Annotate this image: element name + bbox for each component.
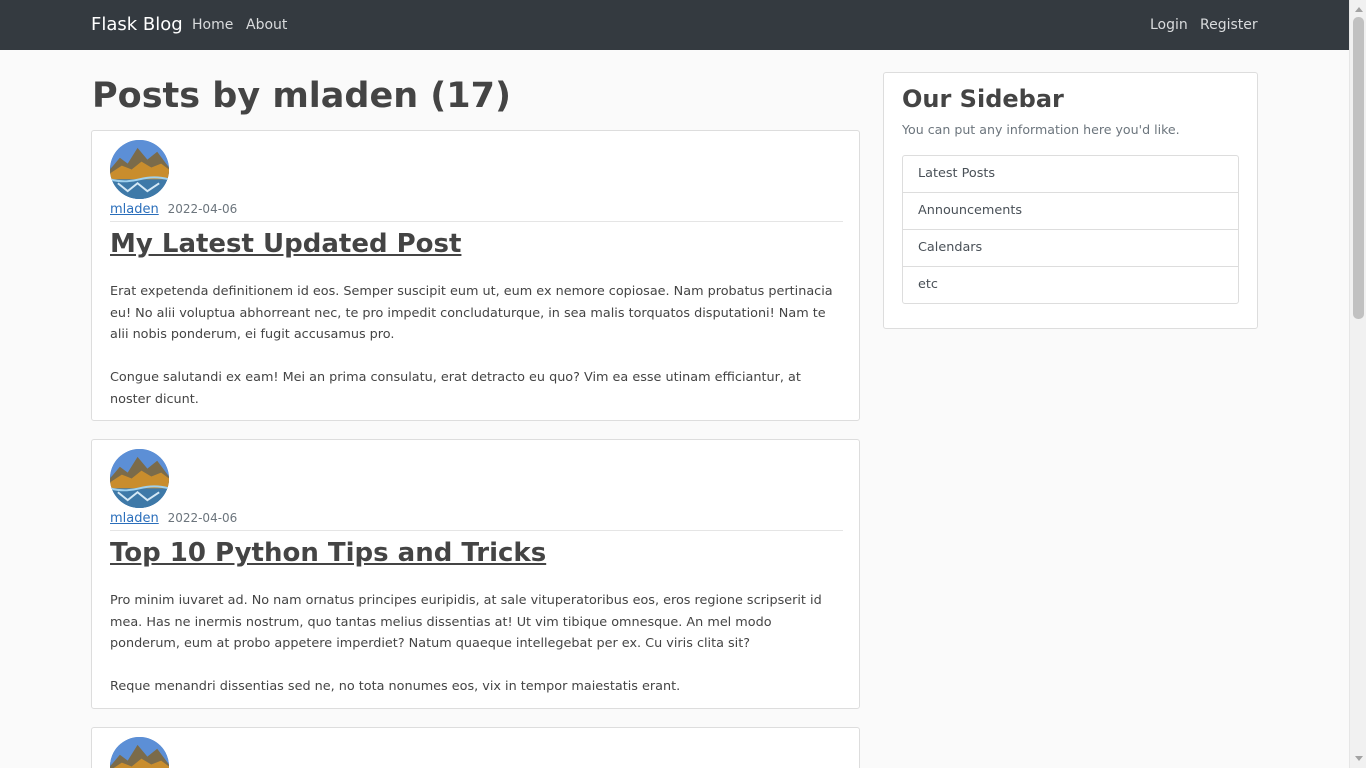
post-meta: mladen 2022-04-06 (110, 201, 843, 222)
post-date: 2022-04-06 (167, 202, 238, 216)
sidebar-panel: Our Sidebar You can put any information … (883, 72, 1258, 329)
post-title-link[interactable]: Top 10 Python Tips and Tricks (110, 536, 546, 570)
nav-login-link[interactable]: Login (1150, 16, 1188, 34)
post-paragraph: Reque menandri dissentias sed ne, no tot… (110, 679, 681, 695)
vertical-scrollbar[interactable] (1349, 0, 1366, 768)
sidebar-title: Our Sidebar (902, 85, 1064, 113)
post-meta: mladen 2022-04-06 (110, 510, 843, 531)
post-paragraph: Pro minim iuvaret ad. No nam ornatus pri… (110, 592, 822, 652)
post-paragraph: Erat expetenda definitionem id eos. Semp… (110, 283, 833, 343)
sidebar-item-latest-posts[interactable]: Latest Posts (903, 156, 1238, 193)
post-card-partial (91, 727, 860, 768)
sidebar-item-announcements[interactable]: Announcements (903, 193, 1238, 230)
scroll-down-arrow-icon[interactable] (1355, 756, 1363, 761)
sidebar-description: You can put any information here you'd l… (902, 122, 1180, 137)
sidebar-item-calendars[interactable]: Calendars (903, 230, 1238, 267)
post-date: 2022-04-06 (167, 511, 238, 525)
post-author-link[interactable]: mladen (110, 511, 159, 526)
post-card: mladen 2022-04-06 My Latest Updated Post… (91, 130, 860, 421)
post-card: mladen 2022-04-06 Top 10 Python Tips and… (91, 439, 860, 709)
author-avatar (110, 140, 169, 199)
mountain-lake-avatar-image (110, 449, 169, 508)
page-title: Posts by mladen (17) (92, 76, 512, 116)
scroll-thumb[interactable] (1353, 17, 1364, 319)
top-navbar: Flask Blog Home About Login Register (0, 0, 1349, 50)
nav-home-link[interactable]: Home (192, 16, 233, 34)
sidebar-list: Latest Posts Announcements Calendars etc (902, 155, 1239, 304)
nav-register-link[interactable]: Register (1200, 16, 1258, 34)
post-paragraph: Congue salutandi ex eam! Mei an prima co… (110, 370, 801, 408)
site-brand-link[interactable]: Flask Blog (91, 13, 183, 37)
mountain-lake-avatar-image (110, 140, 169, 199)
post-author-link[interactable]: mladen (110, 202, 159, 217)
mountain-lake-avatar-image (110, 737, 169, 768)
post-content: Pro minim iuvaret ad. No nam ornatus pri… (110, 577, 844, 711)
post-content: Erat expetenda definitionem id eos. Semp… (110, 268, 844, 424)
browser-viewport: Flask Blog Home About Login Register Pos… (0, 0, 1366, 768)
post-title-link[interactable]: My Latest Updated Post (110, 227, 461, 261)
author-avatar (110, 449, 169, 508)
nav-about-link[interactable]: About (246, 16, 287, 34)
author-avatar (110, 737, 169, 768)
scroll-up-arrow-icon[interactable] (1355, 7, 1363, 12)
sidebar-item-etc[interactable]: etc (903, 267, 1238, 303)
